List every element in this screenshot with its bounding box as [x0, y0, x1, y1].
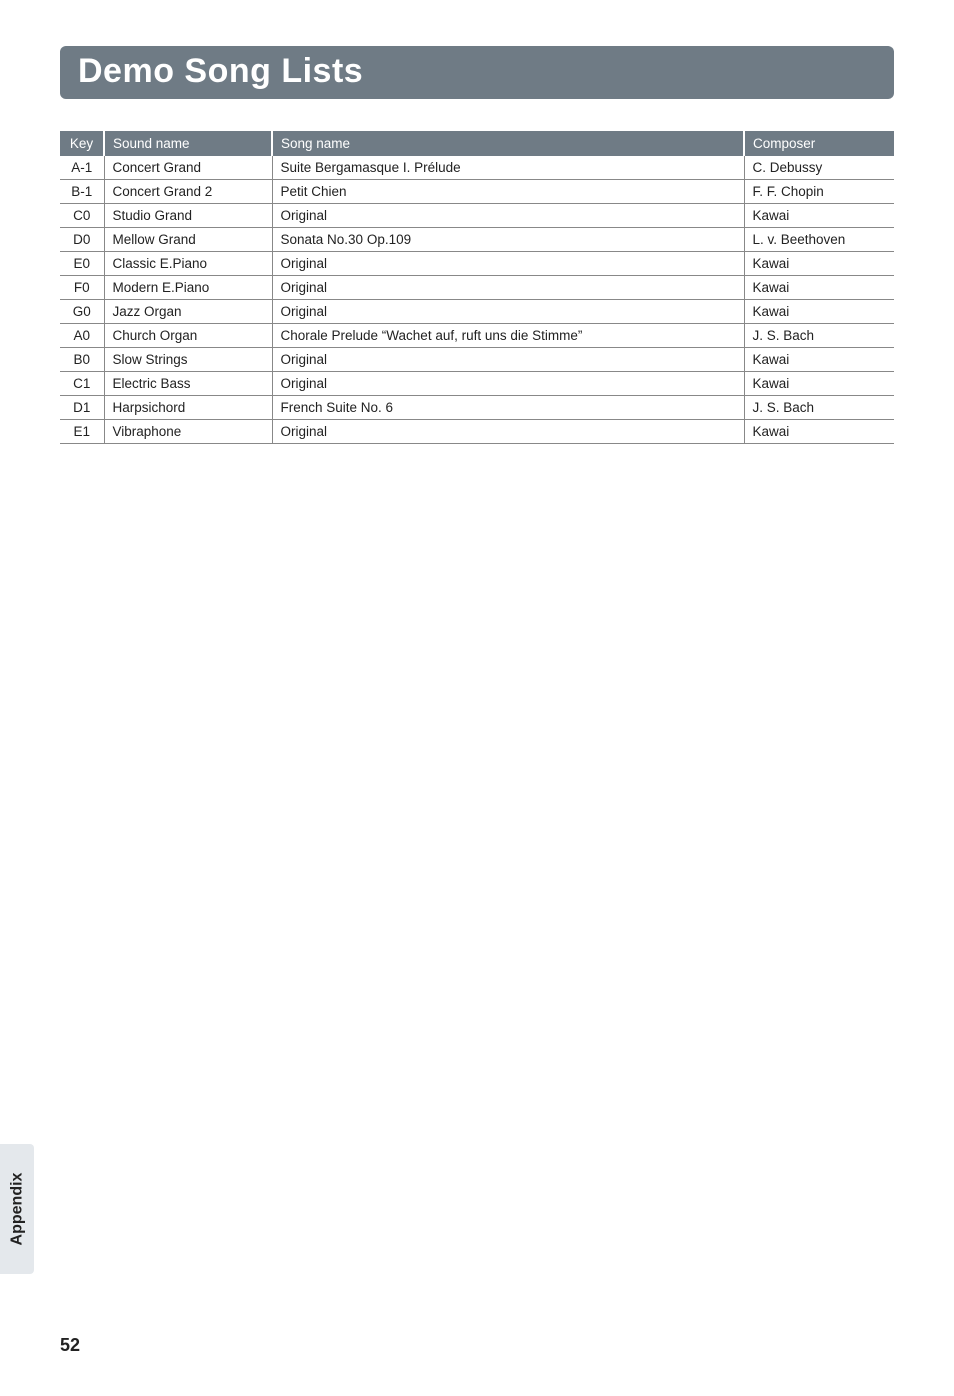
cell-key: E1 [60, 420, 104, 444]
table-row: E0Classic E.PianoOriginalKawai [60, 252, 894, 276]
cell-composer: L. v. Beethoven [744, 228, 894, 252]
cell-key: B0 [60, 348, 104, 372]
cell-song: Chorale Prelude “Wachet auf, ruft uns di… [272, 324, 744, 348]
cell-key: F0 [60, 276, 104, 300]
side-tab-label: Appendix [8, 1173, 26, 1246]
table-row: A-1Concert GrandSuite Bergamasque I. Pré… [60, 156, 894, 180]
table-row: B0Slow StringsOriginalKawai [60, 348, 894, 372]
col-composer: Composer [744, 131, 894, 156]
cell-song: Petit Chien [272, 180, 744, 204]
col-sound: Sound name [104, 131, 272, 156]
cell-composer: Kawai [744, 420, 894, 444]
cell-key: D0 [60, 228, 104, 252]
cell-sound: Electric Bass [104, 372, 272, 396]
table-row: A0Church OrganChorale Prelude “Wachet au… [60, 324, 894, 348]
table-row: D1HarpsichordFrench Suite No. 6J. S. Bac… [60, 396, 894, 420]
table-row: G0Jazz OrganOriginalKawai [60, 300, 894, 324]
page-title: Demo Song Lists [78, 52, 876, 91]
table-row: D0Mellow GrandSonata No.30 Op.109L. v. B… [60, 228, 894, 252]
side-tab: Appendix [0, 1144, 34, 1274]
cell-composer: J. S. Bach [744, 324, 894, 348]
demo-song-table: Key Sound name Song name Composer A-1Con… [60, 131, 894, 444]
cell-song: Original [272, 276, 744, 300]
page-number: 52 [60, 1335, 80, 1356]
cell-sound: Concert Grand [104, 156, 272, 180]
cell-sound: Harpsichord [104, 396, 272, 420]
cell-sound: Vibraphone [104, 420, 272, 444]
cell-sound: Slow Strings [104, 348, 272, 372]
cell-composer: Kawai [744, 372, 894, 396]
table-row: B-1Concert Grand 2Petit ChienF. F. Chopi… [60, 180, 894, 204]
cell-song: French Suite No. 6 [272, 396, 744, 420]
cell-key: A0 [60, 324, 104, 348]
cell-sound: Church Organ [104, 324, 272, 348]
cell-song: Original [272, 348, 744, 372]
page-title-bar: Demo Song Lists [60, 46, 894, 99]
col-key: Key [60, 131, 104, 156]
table-row: E1VibraphoneOriginalKawai [60, 420, 894, 444]
cell-composer: C. Debussy [744, 156, 894, 180]
cell-composer: Kawai [744, 300, 894, 324]
cell-song: Suite Bergamasque I. Prélude [272, 156, 744, 180]
cell-composer: Kawai [744, 252, 894, 276]
table-body: A-1Concert GrandSuite Bergamasque I. Pré… [60, 156, 894, 444]
cell-key: G0 [60, 300, 104, 324]
table-row: F0Modern E.PianoOriginalKawai [60, 276, 894, 300]
cell-song: Original [272, 204, 744, 228]
cell-sound: Mellow Grand [104, 228, 272, 252]
cell-sound: Studio Grand [104, 204, 272, 228]
cell-key: E0 [60, 252, 104, 276]
cell-composer: F. F. Chopin [744, 180, 894, 204]
cell-song: Original [272, 252, 744, 276]
cell-song: Original [272, 300, 744, 324]
cell-key: C1 [60, 372, 104, 396]
cell-song: Sonata No.30 Op.109 [272, 228, 744, 252]
cell-sound: Classic E.Piano [104, 252, 272, 276]
cell-composer: Kawai [744, 204, 894, 228]
cell-sound: Concert Grand 2 [104, 180, 272, 204]
cell-composer: Kawai [744, 276, 894, 300]
cell-sound: Jazz Organ [104, 300, 272, 324]
demo-song-table-wrap: Key Sound name Song name Composer A-1Con… [60, 131, 894, 444]
cell-key: D1 [60, 396, 104, 420]
col-song: Song name [272, 131, 744, 156]
cell-song: Original [272, 420, 744, 444]
cell-song: Original [272, 372, 744, 396]
table-header-row: Key Sound name Song name Composer [60, 131, 894, 156]
table-row: C0Studio GrandOriginalKawai [60, 204, 894, 228]
cell-sound: Modern E.Piano [104, 276, 272, 300]
cell-key: C0 [60, 204, 104, 228]
cell-key: A-1 [60, 156, 104, 180]
cell-composer: Kawai [744, 348, 894, 372]
cell-composer: J. S. Bach [744, 396, 894, 420]
cell-key: B-1 [60, 180, 104, 204]
table-row: C1Electric BassOriginalKawai [60, 372, 894, 396]
